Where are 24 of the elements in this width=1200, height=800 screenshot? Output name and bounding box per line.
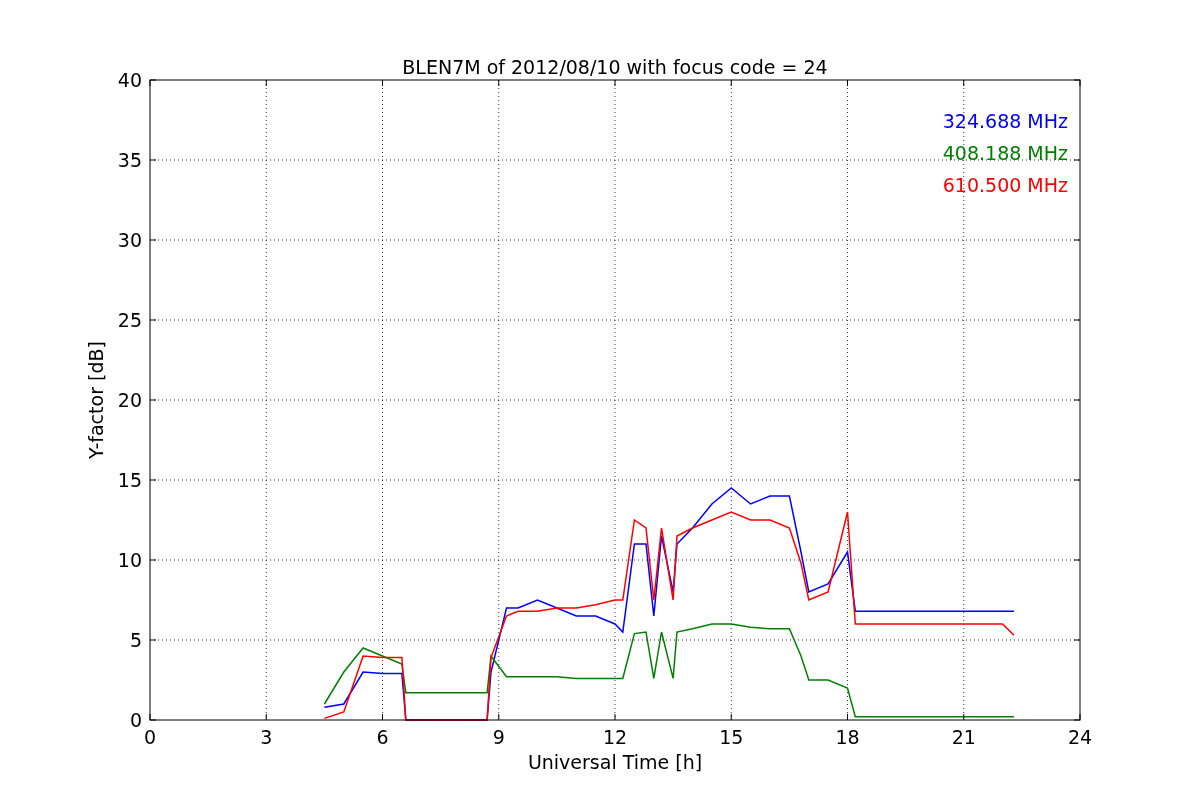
x-tick-label: 18 [835, 726, 860, 748]
x-tick-label: 6 [376, 726, 389, 748]
chart-title: BLEN7M of 2012/08/10 with focus code = 24 [402, 56, 828, 78]
legend-label: 408.188 MHz [942, 142, 1068, 164]
x-tick-label: 9 [492, 726, 505, 748]
x-tick-label: 0 [143, 726, 157, 748]
x-tick-label: 12 [602, 726, 628, 748]
y-tick-label: 20 [117, 389, 142, 411]
x-axis-label: Universal Time [h] [527, 751, 703, 773]
y-tick-label: 15 [117, 469, 142, 491]
y-tick-label: 10 [117, 549, 142, 571]
x-tick-label: 21 [951, 726, 976, 748]
x-tick-label: 24 [1067, 726, 1093, 748]
y-tick-label: 25 [117, 309, 142, 331]
y-tick-label: 0 [129, 709, 142, 731]
y-tick-label: 35 [117, 149, 142, 171]
x-tick-label: 15 [719, 726, 744, 748]
y-tick-label: 40 [117, 69, 142, 91]
y-tick-label: 30 [117, 229, 142, 251]
y-axis-label: Y-factor [dB] [85, 341, 107, 459]
legend-label: 324.688 MHz [942, 110, 1068, 132]
x-tick-label: 3 [260, 726, 273, 748]
y-tick-label: 5 [129, 629, 142, 651]
legend-label: 610.500 MHz [942, 174, 1068, 196]
